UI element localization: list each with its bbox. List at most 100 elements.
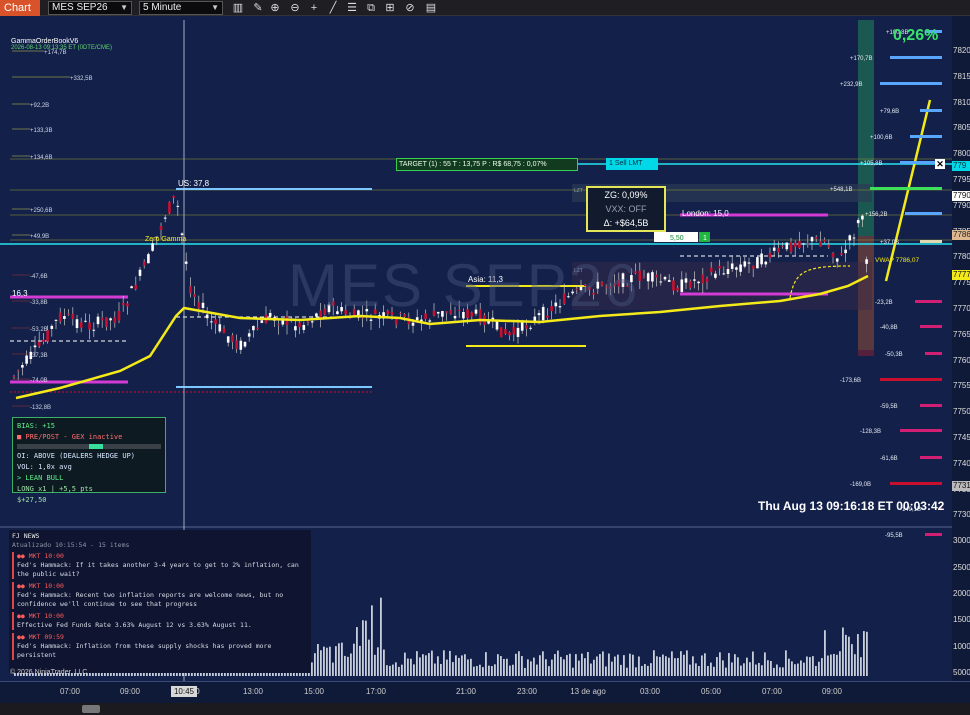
- candle-body: [802, 243, 805, 245]
- volume-bar: [575, 654, 577, 676]
- volume-bar: [545, 659, 547, 676]
- candle-body: [218, 324, 222, 332]
- gex-bar: [920, 240, 942, 243]
- pencil-icon[interactable]: ✎: [251, 1, 265, 15]
- candle-body: [71, 313, 75, 320]
- volume-bar: [662, 654, 664, 676]
- news-item[interactable]: ●● MKT 10:00 Effective Fed Funds Rate 3.…: [12, 612, 308, 630]
- volume-bar: [629, 653, 631, 676]
- candle-body: [252, 325, 255, 331]
- price-axis[interactable]: 7820781578107805780077957790778577807775…: [952, 16, 970, 681]
- volume-bar: [548, 666, 550, 676]
- news-header: FJ NEWS: [12, 532, 40, 540]
- close-order-icon[interactable]: ✕: [935, 159, 945, 169]
- level-label: 16,3: [12, 289, 28, 298]
- scrollbar-thumb[interactable]: [82, 705, 100, 713]
- zoom-out-icon[interactable]: ⊖: [288, 1, 302, 15]
- bar-chart-icon[interactable]: ▥: [231, 1, 245, 15]
- volume-status: VOL: 1,0x avg: [17, 463, 72, 471]
- bar-type-icon[interactable]: ☰: [345, 1, 359, 15]
- volume-bar: [770, 661, 772, 676]
- volume-bar: [755, 664, 757, 676]
- chevron-down-icon: ▼: [211, 3, 219, 12]
- chevron-down-icon: ▼: [120, 3, 128, 12]
- candle-body: [96, 316, 100, 325]
- news-item[interactable]: ●● MKT 10:00 Fed's Hammack: Recent two i…: [12, 582, 308, 609]
- volume-bar: [353, 643, 355, 676]
- volume-bar: [500, 656, 502, 676]
- horizontal-scrollbar[interactable]: [0, 703, 970, 715]
- candle-body: [235, 340, 238, 349]
- volume-bar: [584, 658, 586, 676]
- volume-bar: [593, 659, 595, 676]
- volume-bar: [431, 650, 433, 676]
- crosshair-icon[interactable]: +: [307, 1, 321, 15]
- instrument-selector[interactable]: MES SEP26 ▼: [48, 1, 132, 15]
- cursor-time-label: 10:45: [171, 686, 197, 697]
- time-icon[interactable]: ⊘: [403, 1, 417, 15]
- candle-body: [499, 327, 503, 338]
- candle-body: [785, 242, 789, 250]
- gex-bar-label: -40,8B: [880, 325, 898, 331]
- candle-body: [672, 280, 675, 291]
- list-icon[interactable]: ▤: [424, 1, 438, 15]
- timeframe-selector[interactable]: 5 Minute ▼: [139, 1, 223, 15]
- volume-bar: [314, 653, 316, 676]
- gex-bar-label: -50,3B: [885, 352, 903, 358]
- candle-body: [105, 317, 108, 327]
- gex-bar: [915, 300, 942, 303]
- candle-body: [768, 253, 772, 258]
- candle-body: [79, 322, 83, 328]
- volume-bar: [329, 646, 331, 676]
- volume-bar: [653, 650, 655, 676]
- gex-bar: [925, 533, 942, 536]
- volume-bar: [617, 654, 619, 676]
- price-tick: 7730: [953, 510, 970, 520]
- news-panel[interactable]: FJ NEWS Atualizado 10:15:54 - 15 items ●…: [9, 530, 311, 673]
- draw-line-icon[interactable]: ╱: [326, 1, 340, 15]
- candle-body: [117, 311, 121, 321]
- candle-body: [142, 261, 146, 266]
- candle-body: [693, 279, 696, 281]
- candle-body: [516, 327, 520, 337]
- volume-bar: [416, 651, 418, 676]
- properties-icon[interactable]: ⧉: [364, 1, 378, 15]
- volume-bar: [611, 661, 613, 676]
- grid-icon[interactable]: ⊞: [383, 1, 397, 15]
- candle-body: [33, 345, 37, 348]
- time-axis[interactable]: 07:0009:0011:0013:0015:0017:0021:0023:00…: [0, 681, 970, 703]
- volume-bar: [608, 653, 610, 676]
- sell-limit-order[interactable]: 1 Sell LMT: [606, 158, 658, 170]
- volume-bar: [680, 651, 682, 676]
- zoom-in-icon[interactable]: ⊕: [268, 1, 282, 15]
- volume-bar: [602, 651, 604, 676]
- time-tick: 21:00: [455, 687, 477, 696]
- candle-body: [680, 279, 684, 292]
- bias-meter: [17, 444, 161, 449]
- candle-body: [697, 281, 700, 284]
- volume-bar: [581, 653, 583, 676]
- order-qty-label: 1: [703, 235, 707, 242]
- news-tag: ●● MKT 10:00: [17, 582, 64, 590]
- bias-title: BIAS: +15: [17, 422, 55, 430]
- lean-status: > LEAN BULL: [17, 474, 64, 482]
- candle-body: [852, 237, 856, 239]
- target-order-label[interactable]: TARGET (1) : 55 T : 13,75 P : R$ 68,75 :…: [396, 158, 578, 171]
- volume-bar: [512, 664, 514, 676]
- candle-body: [747, 262, 751, 264]
- price-marker: 7731: [952, 481, 970, 491]
- volume-bar: [674, 658, 676, 676]
- gex-warning: ■ PRE/POST - GEX inactive: [17, 433, 123, 441]
- news-item[interactable]: ●● MKT 10:00 Fed's Hammack: If it takes …: [12, 552, 308, 579]
- candle-body: [508, 332, 511, 336]
- volume-bar: [509, 665, 511, 676]
- gex-level-label: +133,3B: [30, 128, 53, 134]
- candle-body: [760, 253, 763, 265]
- volume-bar: [398, 666, 400, 676]
- candle-body: [306, 321, 310, 323]
- candle-body: [42, 339, 45, 342]
- news-item[interactable]: ●● MKT 09:59 Fed's Hammack: Inflation fr…: [12, 633, 308, 660]
- volume-tick: 3000: [953, 536, 970, 545]
- candle-body: [298, 322, 301, 328]
- chart-tab[interactable]: Chart: [0, 0, 40, 16]
